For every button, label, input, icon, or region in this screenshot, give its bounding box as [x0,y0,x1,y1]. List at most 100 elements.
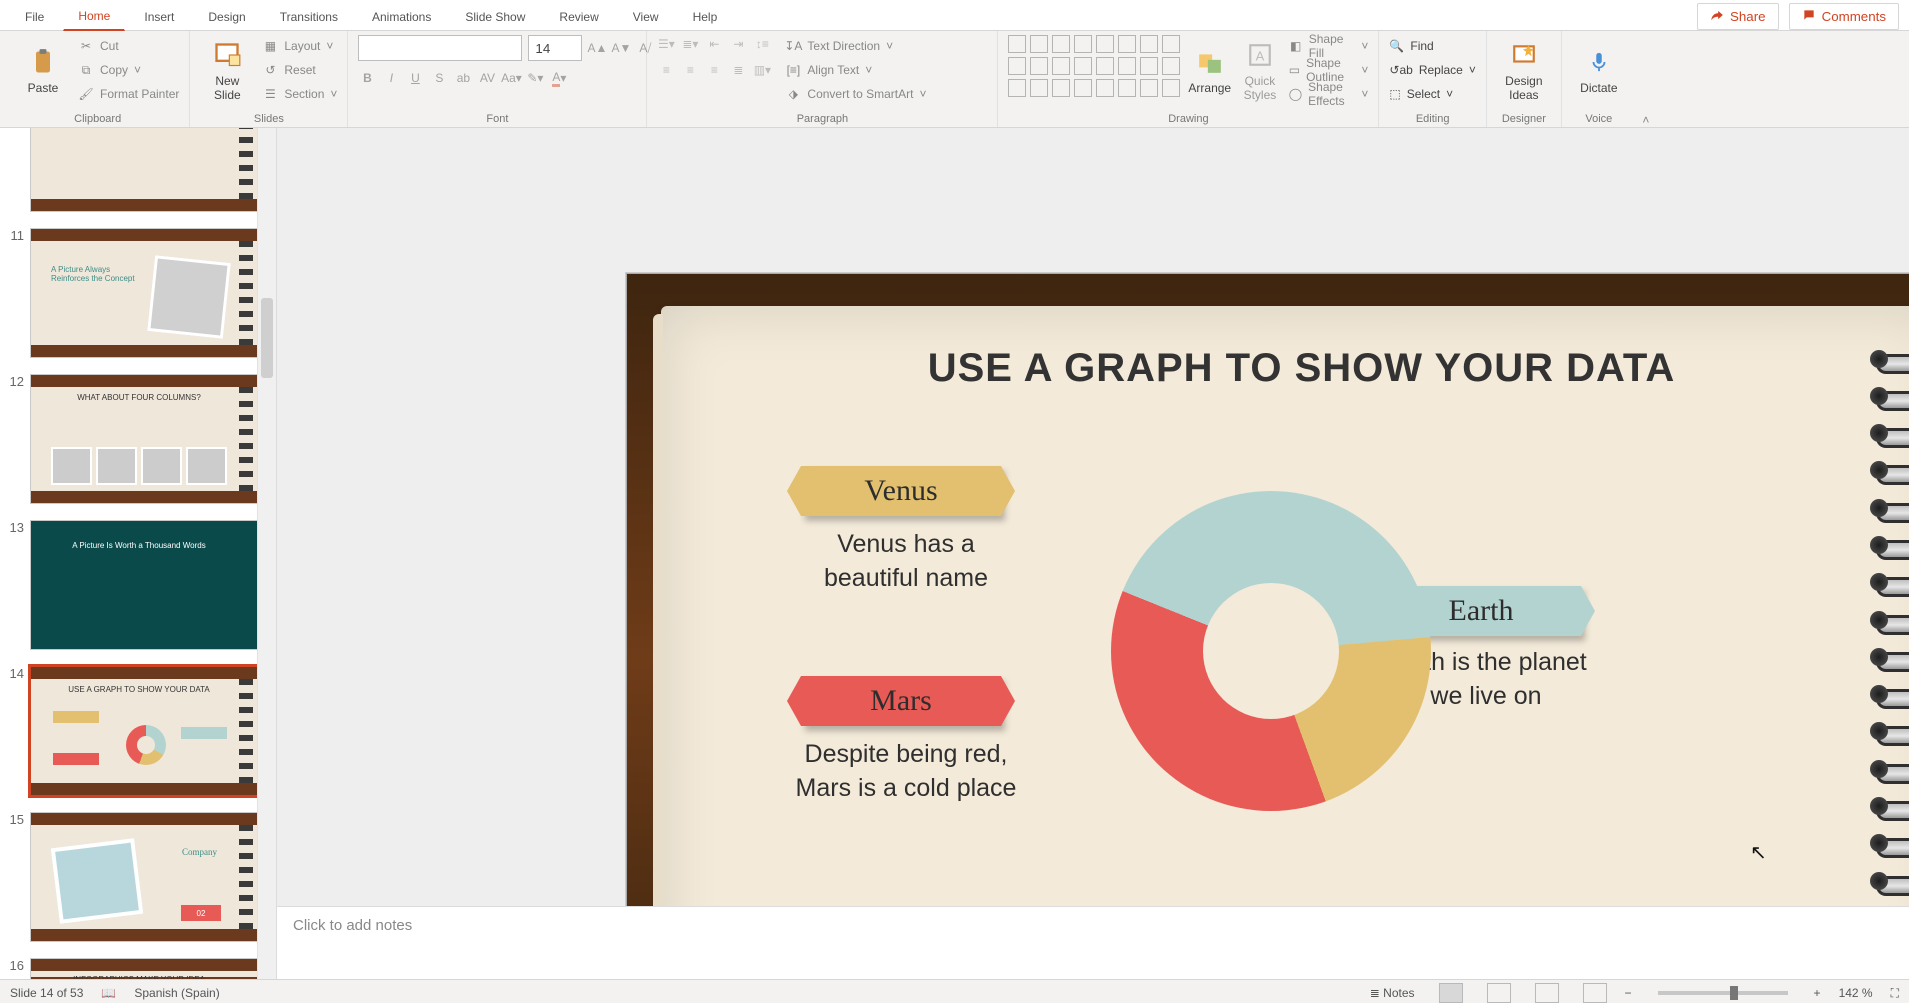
tab-view[interactable]: View [618,3,674,31]
thumb-num: 14 [2,666,30,681]
slide-thumb-10[interactable] [30,128,258,212]
notes-toggle[interactable]: ≣ Notes [1370,986,1415,1000]
thumb-num: 11 [2,228,30,243]
chevron-down-icon: ˅ [330,87,337,101]
clear-format-icon[interactable]: A⧸ [636,39,654,57]
shadow-icon[interactable]: ab [454,69,472,87]
dictate-button[interactable]: Dictate [1572,35,1626,107]
change-case-icon[interactable]: Aa▾ [502,69,520,87]
notes-pane[interactable]: Click to add notes [277,906,1909,979]
paste-button[interactable]: Paste [16,35,70,107]
design-ideas-button[interactable]: Design Ideas [1497,35,1551,107]
language-button[interactable]: Spanish (Spain) [134,986,219,1000]
indent-dec-icon[interactable]: ⇤ [705,35,723,53]
numbering-icon[interactable]: ≣▾ [681,35,699,53]
smartart-icon: ⬗ [785,86,801,102]
tab-file[interactable]: File [10,3,59,31]
normal-view-icon[interactable] [1439,983,1463,1003]
underline-icon[interactable]: U [406,69,424,87]
section-button[interactable]: ☰Section ˅ [262,83,337,105]
sorter-view-icon[interactable] [1487,983,1511,1003]
font-color-icon[interactable]: A▾ [550,69,568,87]
tab-home[interactable]: Home [63,2,125,31]
zoom-out-button[interactable]: − [1625,986,1632,1000]
align-right-icon[interactable]: ≡ [705,61,723,79]
tab-slideshow[interactable]: Slide Show [450,3,540,31]
desc-venus[interactable]: Venus has a beautiful name [781,528,1031,596]
group-drawing: Arrange A Quick Styles ◧Shape Fill ˅ ▭Sh… [998,31,1379,127]
bold-icon[interactable]: B [358,69,376,87]
comments-button[interactable]: Comments [1789,3,1899,30]
donut-chart[interactable] [1111,491,1431,811]
slide-thumb-12[interactable]: WHAT ABOUT FOUR COLUMNS? [30,374,258,504]
columns-icon[interactable]: ▥▾ [753,61,771,79]
label-venus[interactable]: Venus [801,466,1001,516]
thumbnail-pane[interactable]: 11 A Picture Always Reinforces the Conce… [0,128,277,979]
strike-icon[interactable]: S [430,69,448,87]
arrange-button[interactable]: Arrange [1188,35,1231,107]
slide-canvas[interactable]: USE A GRAPH TO SHOW YOUR DATA Venus Venu… [277,128,1909,906]
reset-button[interactable]: ↺Reset [262,59,337,81]
group-label-paragraph: Paragraph [657,109,987,125]
share-button[interactable]: Share [1697,3,1779,30]
format-painter-button[interactable]: 🖌Format Painter [78,83,179,105]
layout-button[interactable]: ▦Layout ˅ [262,35,337,57]
chevron-down-icon: ˅ [886,39,893,53]
decrease-font-icon[interactable]: A▼ [612,39,630,57]
tab-insert[interactable]: Insert [129,3,189,31]
chevron-down-icon: ˅ [1361,63,1368,77]
slide-thumb-11[interactable]: A Picture Always Reinforces the Concept [30,228,258,358]
copy-button[interactable]: ⧉Copy ˅ [78,59,179,81]
slide[interactable]: USE A GRAPH TO SHOW YOUR DATA Venus Venu… [626,273,1909,906]
align-left-icon[interactable]: ≡ [657,61,675,79]
replace-button[interactable]: ↺abReplace ˅ [1389,59,1475,81]
slide-thumb-16[interactable]: INFOGRAPHICS MAKE YOUR IDEA UNDERSTANDAB… [30,958,258,979]
reading-view-icon[interactable] [1535,983,1559,1003]
align-center-icon[interactable]: ≡ [681,61,699,79]
tab-help[interactable]: Help [678,3,733,31]
spacing-icon[interactable]: AV [478,69,496,87]
thumb-scrollbar[interactable] [257,128,276,979]
line-spacing-icon[interactable]: ↕≡ [753,35,771,53]
increase-font-icon[interactable]: A▲ [588,39,606,57]
slide-title[interactable]: USE A GRAPH TO SHOW YOUR DATA [661,306,1909,391]
highlight-icon[interactable]: ✎▾ [526,69,544,87]
tab-animations[interactable]: Animations [357,3,446,31]
quick-styles-button[interactable]: A Quick Styles [1239,35,1281,107]
slide-thumb-15[interactable]: Company 02 [30,812,258,942]
tab-transitions[interactable]: Transitions [265,3,353,31]
justify-icon[interactable]: ≣ [729,61,747,79]
label-mars[interactable]: Mars [801,676,1001,726]
outline-icon: ▭ [1289,62,1300,78]
shapes-gallery[interactable] [1008,35,1180,97]
shape-effects-button[interactable]: ◯Shape Effects ˅ [1289,83,1369,105]
slide-thumb-14[interactable]: USE A GRAPH TO SHOW YOUR DATA [30,666,258,796]
new-slide-button[interactable]: New Slide [200,35,254,107]
scrollbar-handle[interactable] [261,298,273,378]
shape-outline-button[interactable]: ▭Shape Outline ˅ [1289,59,1369,81]
zoom-slider[interactable] [1658,991,1788,995]
desc-mars[interactable]: Despite being red, Mars is a cold place [766,738,1046,806]
spellcheck-icon[interactable]: 📖 [101,986,116,1000]
smartart-button[interactable]: ⬗Convert to SmartArt ˅ [785,83,926,105]
tab-review[interactable]: Review [544,3,613,31]
slide-thumb-13[interactable]: A Picture Is Worth a Thousand Words [30,520,258,650]
fit-window-icon[interactable]: ⛶ [1891,986,1899,1001]
align-text-button[interactable]: [≡]Align Text ˅ [785,59,926,81]
slide-counter[interactable]: Slide 14 of 53 [10,986,83,1000]
select-button[interactable]: ⬚Select ˅ [1389,83,1453,105]
font-family-input[interactable] [358,35,522,61]
slideshow-view-icon[interactable] [1583,983,1607,1003]
find-button[interactable]: 🔍Find [1389,35,1433,57]
bullets-icon[interactable]: ☰▾ [657,35,675,53]
text-direction-button[interactable]: ↧AText Direction ˅ [785,35,926,57]
zoom-level[interactable]: 142 % [1839,986,1873,1000]
shape-fill-button[interactable]: ◧Shape Fill ˅ [1289,35,1369,57]
italic-icon[interactable]: I [382,69,400,87]
tab-design[interactable]: Design [193,3,260,31]
font-size-input[interactable] [528,35,582,61]
indent-inc-icon[interactable]: ⇥ [729,35,747,53]
collapse-ribbon-button[interactable]: ˄ [1636,31,1656,127]
cut-button[interactable]: ✂Cut [78,35,179,57]
zoom-in-button[interactable]: + [1814,986,1821,1000]
